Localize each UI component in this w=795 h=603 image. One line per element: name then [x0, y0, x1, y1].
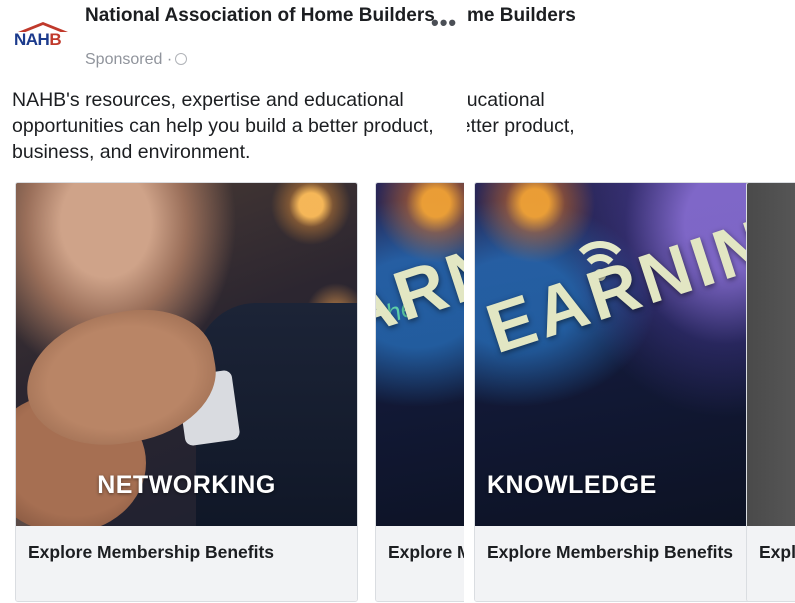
card-caption: Explore Membership Benefits — [747, 526, 795, 601]
nahb-logo[interactable]: NAHB — [12, 18, 72, 54]
image-text-learning: EARNIN — [477, 203, 780, 369]
carousel-card-3[interactable]: Explore Membership Benefits — [746, 182, 795, 602]
logo-text-accent: B — [49, 30, 62, 49]
sponsored-label: Sponsored · — [85, 51, 188, 69]
card-caption: Explore Membership Benefits — [376, 526, 464, 601]
card-cta-link[interactable]: Explore Membership Benefits — [759, 542, 795, 563]
ad-screenshot-left: NAHB National Association of Home Builde… — [0, 0, 464, 603]
card-cta-link[interactable]: Explore Membership Benefits — [388, 542, 464, 563]
sponsored-post: NAHB National Association of Home Builde… — [0, 0, 464, 603]
card-cta-link[interactable]: Explore Membership Benefits — [28, 542, 274, 563]
card-caption: Explore Membership Benefits — [16, 526, 357, 601]
card-image-handshake: NETWORKING — [16, 183, 357, 526]
card-cta-link[interactable]: Explore Membership Benefits — [487, 542, 733, 563]
post-body-text: NAHB's resources, expertise and educatio… — [12, 89, 434, 163]
advertiser-name[interactable]: National Association of Home Builders — [467, 4, 576, 27]
more-options-icon[interactable]: ••• — [431, 10, 457, 36]
ad-screenshot-right: National Association of Home Builders Sp… — [467, 0, 795, 603]
advertiser-name[interactable]: National Association of Home Builders — [85, 4, 435, 27]
logo-text: NAH — [14, 30, 50, 49]
carousel-card-knowledge[interactable]: he EARNIN Explore Membership Benefits — [375, 182, 464, 602]
carousel-card-networking[interactable]: NETWORKING Explore Membership Benefits — [15, 182, 358, 602]
image-text-learning: EARNIN — [376, 203, 464, 369]
card-image-3 — [747, 183, 795, 526]
sponsored-post: National Association of Home Builders Sp… — [467, 0, 795, 603]
globe-icon — [175, 53, 188, 65]
card-overlay-title: NETWORKING — [97, 471, 276, 499]
post-body-text: NAHB's resources, expertise and educatio… — [467, 89, 575, 137]
card-image-learning: he EARNIN — [376, 183, 464, 526]
